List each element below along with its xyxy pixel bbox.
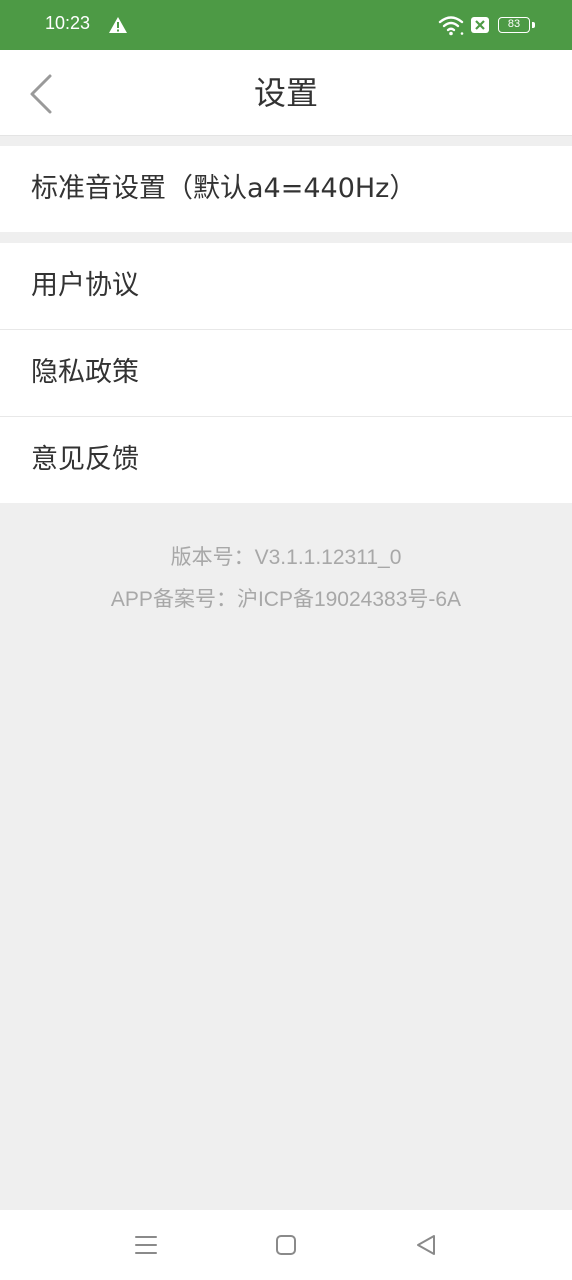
sim-icon [471,17,489,33]
app-info: 版本号：V3.1.1.12311_0 APP备案号：沪ICP备19024383号… [0,540,572,624]
icp-record-text: APP备案号：沪ICP备19024383号-6A [110,588,462,611]
settings-group-info: 用户协议 隐私政策 意见反馈 [0,243,572,503]
page-title: 设置 [253,74,318,112]
battery-level: 83 [507,18,521,30]
feedback-item[interactable]: 意见反馈 [0,416,572,503]
battery-tip [532,22,535,28]
back-icon[interactable] [413,1232,439,1258]
user-agreement-item[interactable]: 用户协议 [0,243,572,329]
settings-group-tone: 标准音设置（默认a4=440Hz） [0,146,572,232]
home-icon[interactable] [273,1232,299,1258]
status-bar: 10:23 83 [0,0,572,50]
header: 设置 [0,50,572,136]
wifi-icon [438,16,464,36]
battery-icon: 83 [498,17,530,33]
back-button[interactable] [20,70,64,118]
chevron-left-icon [30,74,52,114]
warning-icon [109,17,127,33]
standard-tone-setting[interactable]: 标准音设置（默认a4=440Hz） [0,146,572,232]
version-text: 版本号：V3.1.1.12311_0 [170,546,402,569]
status-time: 10:23 [45,13,91,33]
system-nav-bar [0,1210,572,1280]
privacy-policy-item[interactable]: 隐私政策 [0,329,572,416]
menu-icon[interactable] [133,1232,159,1258]
